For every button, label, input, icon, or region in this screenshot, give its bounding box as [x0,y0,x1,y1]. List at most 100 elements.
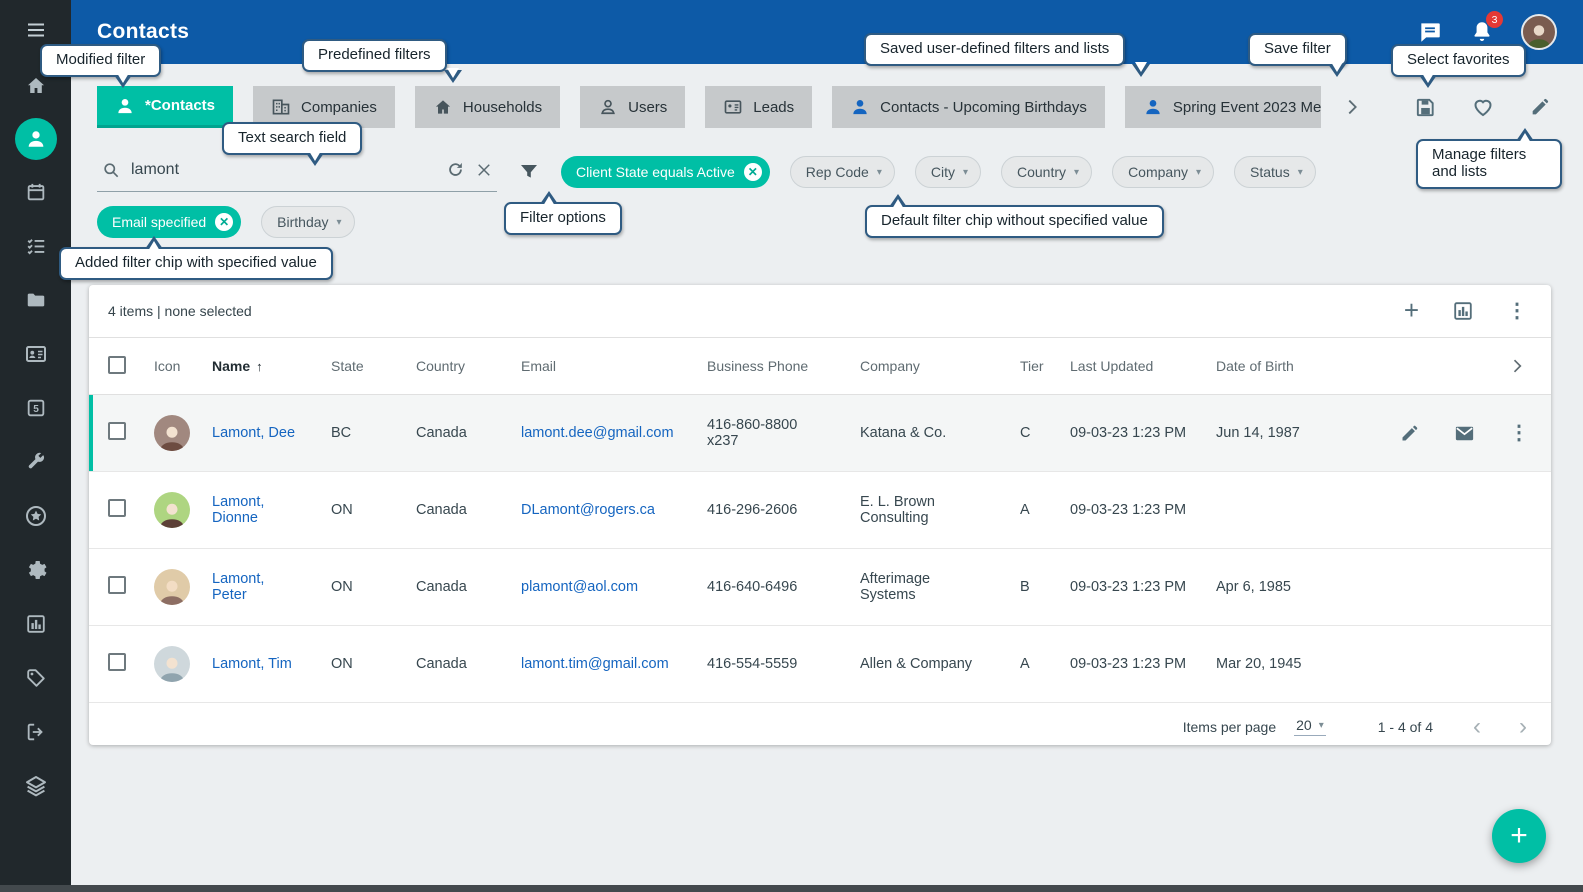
send-email-envelope-icon[interactable] [1453,422,1476,445]
contact-email-link[interactable]: lamont.dee@gmail.com [521,425,674,441]
column-header-company[interactable]: Company [860,358,1020,374]
row-checkbox[interactable] [108,653,126,671]
tab-leads[interactable]: Leads [705,86,812,128]
filter-chip-client-state[interactable]: Client State equals Active ✕ [561,156,770,188]
row-kebab-icon[interactable]: ⋮ [1509,423,1529,443]
callout-save-filter: Save filter [1248,33,1347,66]
filter-chip-city[interactable]: City▾ [915,156,981,188]
column-header-state[interactable]: State [331,358,416,374]
tab-contacts-upcoming-birthdays[interactable]: Contacts - Upcoming Birthdays [832,86,1105,128]
tools-wrench-icon[interactable] [14,440,58,484]
tab-households[interactable]: Households [415,86,560,128]
filter-chip-email-specified[interactable]: Email specified ✕ [97,206,241,238]
items-per-page-label: Items per page [1183,719,1276,735]
table-row[interactable]: Lamont, Dionne ON Canada DLamont@rogers.… [89,472,1551,549]
manage-filters-pencil-icon[interactable] [1529,96,1551,118]
contact-email-link[interactable]: lamont.tim@gmail.com [521,656,669,672]
table-row[interactable]: Lamont, Dee BC Canada lamont.dee@gmail.c… [89,395,1551,472]
select-favorites-heart-icon[interactable] [1471,95,1495,119]
next-page-chevron-icon[interactable]: › [1519,717,1527,737]
more-options-kebab-icon[interactable]: ⋮ [1507,301,1527,321]
selection-summary: 4 items | none selected [108,303,252,319]
previous-page-chevron-icon[interactable]: ‹ [1473,717,1481,737]
notifications-bell-icon[interactable]: 3 [1469,19,1495,45]
menu-icon[interactable] [14,12,58,48]
favorites-star-icon[interactable] [14,494,58,538]
remove-chip-icon[interactable]: ✕ [744,163,762,181]
search-input[interactable] [131,161,436,179]
layers-icon[interactable] [14,764,58,808]
column-header-name[interactable]: Name↑ [212,358,331,374]
add-icon[interactable]: + [1404,300,1419,322]
tab-spring-event-2023[interactable]: Spring Event 2023 Me [1125,86,1321,128]
row-checkbox[interactable] [108,576,126,594]
row-checkbox[interactable] [108,499,126,517]
building-icon [271,97,291,117]
cell-company: Katana & Co. [860,425,1020,441]
insert-chart-icon[interactable] [1452,300,1474,322]
add-contact-fab[interactable]: + [1492,809,1546,863]
column-header-email[interactable]: Email [521,358,707,374]
column-header-date-of-birth[interactable]: Date of Birth [1216,358,1364,374]
column-header-last-updated[interactable]: Last Updated [1070,358,1216,374]
contact-card-icon[interactable] [14,332,58,376]
select-all-checkbox[interactable] [108,356,126,374]
table-row[interactable]: Lamont, Tim ON Canada lamont.tim@gmail.c… [89,626,1551,703]
tab-label: Leads [753,99,794,116]
folder-icon[interactable] [14,278,58,322]
filter-chip-birthday[interactable]: Birthday▾ [261,206,354,238]
s5-module-icon[interactable]: 5 [14,386,58,430]
contact-email-link[interactable]: plamont@aol.com [521,579,638,595]
contact-name-link[interactable]: Lamont, Dee [212,425,295,441]
chat-icon[interactable] [1417,19,1443,45]
contact-name-link[interactable]: Lamont, Dionne [212,494,264,526]
more-columns-chevron-icon[interactable] [1507,356,1527,376]
column-header-business-phone[interactable]: Business Phone [707,358,860,374]
table-row[interactable]: Lamont, Peter ON Canada plamont@aol.com … [89,549,1551,626]
tab-label: Users [628,99,667,116]
column-header-icon[interactable]: Icon [154,358,212,374]
tabs-overflow-chevron-icon[interactable] [1341,96,1363,118]
sidebar-nav: 5 [14,64,58,808]
results-card: 4 items | none selected + ⋮ Icon Name↑ S… [89,285,1551,745]
column-header-country[interactable]: Country [416,358,521,374]
settings-gear-icon[interactable] [14,548,58,592]
user-avatar[interactable] [1521,14,1557,50]
save-filter-icon[interactable] [1414,96,1437,119]
filter-chip-country[interactable]: Country▾ [1001,156,1092,188]
sort-asc-icon: ↑ [256,359,263,374]
chip-label: Country [1017,164,1066,180]
callout-text-search-field: Text search field [222,122,362,155]
tags-icon[interactable] [14,656,58,700]
filter-chip-company[interactable]: Company▾ [1112,156,1214,188]
contacts-icon[interactable] [15,118,57,160]
page-size-select[interactable]: 20 ▾ [1294,717,1326,736]
person-icon [115,96,135,116]
filter-chip-status[interactable]: Status▾ [1234,156,1316,188]
cell-country: Canada [416,425,521,441]
refresh-icon[interactable] [446,160,465,179]
remove-chip-icon[interactable]: ✕ [215,213,233,231]
edit-pencil-icon[interactable] [1399,423,1420,444]
column-header-tier[interactable]: Tier [1020,358,1070,374]
calendar-icon[interactable] [14,170,58,214]
chevron-down-icon: ▾ [1319,720,1324,731]
tab-users[interactable]: Users [580,86,685,128]
sign-out-icon[interactable] [14,710,58,754]
svg-text:5: 5 [33,404,39,415]
cell-phone: 416-296-2606 [707,502,860,518]
chip-label: Status [1250,164,1290,180]
contact-email-link[interactable]: DLamont@rogers.ca [521,502,655,518]
filter-chip-rep-code[interactable]: Rep Code▾ [790,156,895,188]
clear-search-icon[interactable] [475,161,493,179]
reports-chart-icon[interactable] [14,602,58,646]
tab-contacts[interactable]: *Contacts [97,86,233,128]
filter-options-funnel-icon[interactable] [517,160,541,184]
contact-name-link[interactable]: Lamont, Peter [212,571,264,603]
contact-name-link[interactable]: Lamont, Tim [212,656,292,672]
page-size-value: 20 [1296,717,1312,733]
user-outline-icon [598,97,618,117]
row-checkbox[interactable] [108,422,126,440]
cell-country: Canada [416,656,521,672]
tasks-icon[interactable] [14,224,58,268]
